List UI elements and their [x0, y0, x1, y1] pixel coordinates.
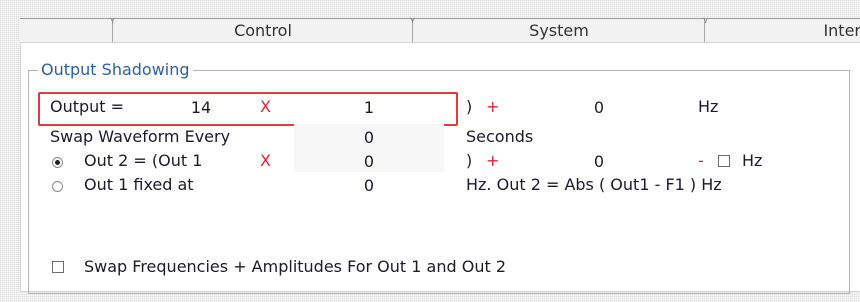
tab-label: Control — [234, 21, 292, 40]
close-paren: ) — [466, 97, 473, 116]
close-paren: ) — [466, 151, 473, 170]
out1-fixed-radio[interactable] — [52, 181, 63, 192]
swap-waveform-label: Swap Waveform Every — [50, 127, 231, 146]
out2-formula-label: Out 2 = (Out 1 — [84, 151, 203, 170]
tab-notch-icon: ⋎ — [702, 16, 709, 26]
tab-control[interactable]: ⋎ Control — [109, 17, 413, 43]
output-label: Output = — [50, 97, 125, 116]
plus-operator: + — [486, 151, 500, 170]
tab-system[interactable]: ⋎ System — [409, 17, 705, 43]
negate-checkbox[interactable] — [718, 155, 730, 167]
swap-frequencies-checkbox[interactable] — [52, 261, 64, 273]
tab-strip: ⋎ Control ⋎ System ⋎ Inter — [20, 17, 860, 44]
swap-frequencies-label: Swap Frequencies + Amplitudes For Out 1 … — [84, 257, 506, 276]
output-multiplier-field[interactable]: 14 — [166, 94, 236, 122]
out1-fixed-field[interactable]: 0 — [294, 172, 444, 200]
out2-offset-field[interactable]: 0 — [524, 148, 674, 176]
tab-notch-icon: ⋎ — [409, 16, 416, 26]
tab-label: Inter — [823, 21, 860, 40]
hz-unit-label: Hz — [742, 151, 763, 170]
output-factor-field[interactable]: 1 — [294, 94, 444, 122]
output-offset-field[interactable]: 0 — [524, 94, 674, 122]
times-operator: X — [260, 97, 271, 116]
out1-fixed-label: Out 1 fixed at — [84, 175, 194, 194]
tab-interface[interactable]: ⋎ Inter — [702, 17, 860, 43]
plus-operator: + — [486, 97, 500, 116]
minus-operator: - — [698, 151, 704, 170]
out2-formula-radio[interactable] — [52, 157, 63, 168]
tab-label: System — [529, 21, 589, 40]
tab-notch-icon: ⋎ — [109, 16, 116, 26]
group-title: Output Shadowing — [38, 60, 193, 80]
hz-unit-label: Hz — [698, 97, 719, 116]
out2-abs-formula: Hz. Out 2 = Abs ( Out1 - F1 ) Hz — [466, 175, 722, 194]
seconds-unit-label: Seconds — [466, 127, 534, 146]
times-operator: X — [260, 151, 271, 170]
